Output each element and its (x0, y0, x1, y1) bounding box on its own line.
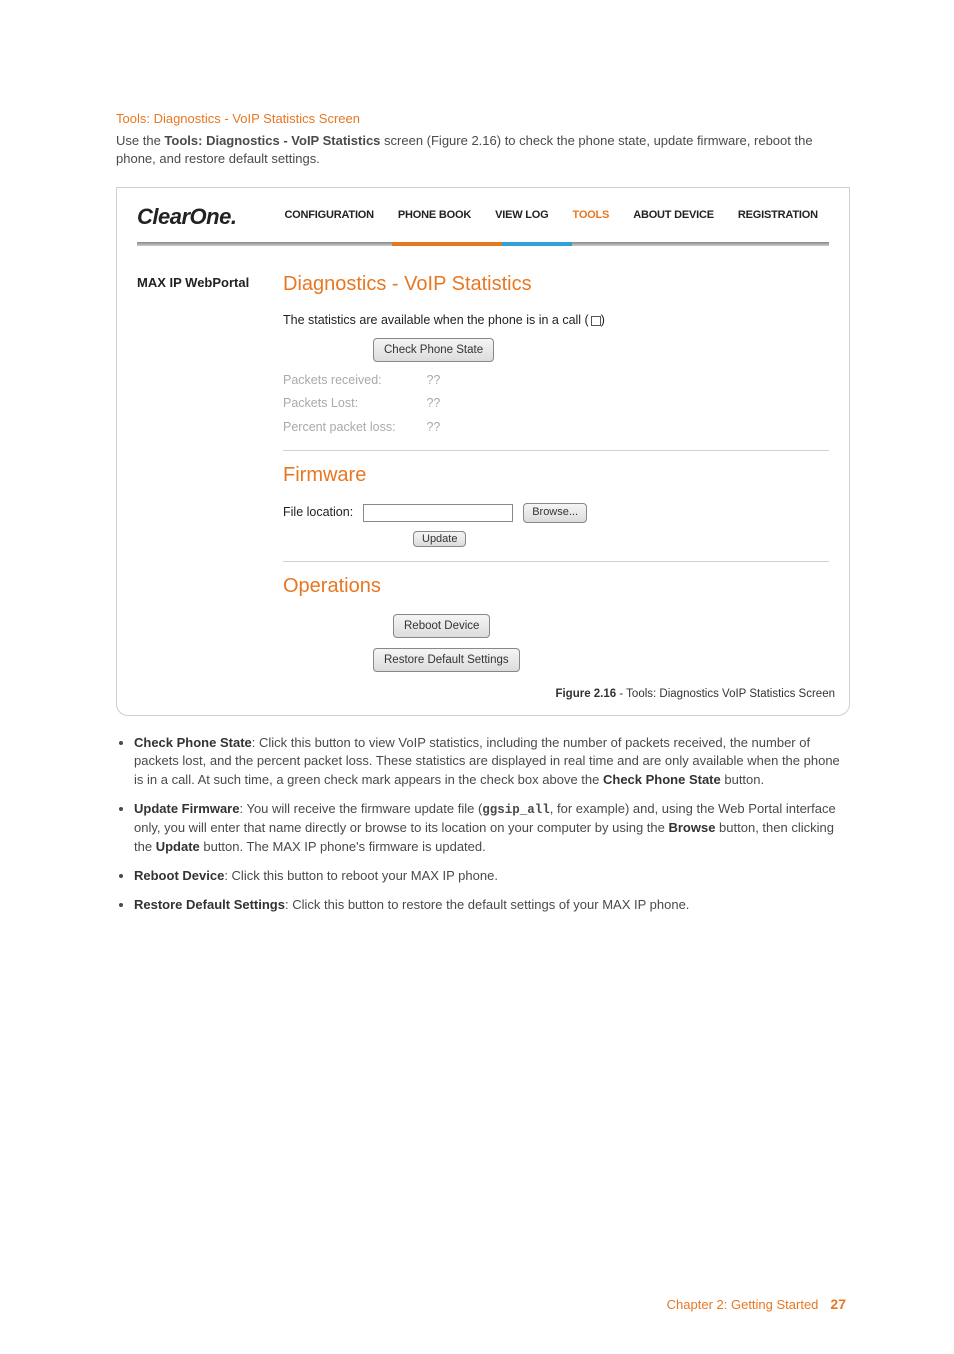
accent-bar-orange (392, 242, 502, 246)
restore-default-settings-button[interactable]: Restore Default Settings (373, 648, 520, 672)
intro-bold: Tools: Diagnostics - VoIP Statistics (164, 133, 380, 148)
bullet-tail-2: button. The MAX IP phone's firmware is u… (200, 839, 486, 854)
intro-paragraph: Use the Tools: Diagnostics - VoIP Statis… (116, 132, 850, 168)
nav-configuration[interactable]: CONFIGURATION (284, 208, 373, 223)
footer-chapter: Chapter 2: Getting Started (667, 1296, 819, 1314)
percent-packet-loss-value: ?? (426, 420, 440, 434)
packets-lost-value: ?? (426, 396, 440, 410)
operations-heading: Operations (283, 572, 829, 600)
feature-bullet-list: Check Phone State : Click this button to … (116, 734, 850, 915)
nav-phone-book[interactable]: PHONE BOOK (398, 208, 471, 223)
divider-bar (137, 242, 829, 246)
bullet-body-3: : Click this button to reboot your MAX I… (224, 868, 498, 883)
file-location-input[interactable] (363, 504, 513, 522)
bullet-lead-4: Restore Default Settings (134, 897, 285, 912)
phone-state-checkbox (591, 316, 601, 326)
bullet-check-phone-state: Check Phone State: Click this button to … (134, 734, 850, 791)
bullet-code-2: ggsip_all (482, 803, 550, 817)
clearone-logo: ClearOne. (137, 202, 236, 233)
web-portal-screenshot: ClearOne. CONFIGURATION PHONE BOOK VIEW … (116, 187, 850, 716)
page-footer: Chapter 2: Getting Started 27 (116, 1295, 850, 1315)
nav-about-device[interactable]: ABOUT DEVICE (633, 208, 714, 223)
section-title: Tools: Diagnostics - VoIP Statistics Scr… (116, 110, 850, 128)
packets-lost-label: Packets Lost: (283, 395, 423, 413)
file-location-label: File location: (283, 504, 353, 522)
bullet-reboot-device: Reboot Device: Click this button to rebo… (134, 867, 850, 886)
bullet-lead-2: Update Firmware (134, 801, 239, 816)
check-phone-state-button[interactable]: Check Phone State (373, 338, 494, 362)
nav-registration[interactable]: REGISTRATION (738, 208, 818, 223)
figure-caption: Figure 2.16 - Tools: Diagnostics VoIP St… (117, 680, 849, 704)
figure-caption-text: - Tools: Diagnostics VoIP Statistics Scr… (616, 688, 835, 700)
note-prefix: The statistics are available when the ph… (283, 313, 589, 327)
packets-received-label: Packets received: (283, 372, 423, 390)
note-suffix: ) (601, 313, 605, 327)
diagnostics-heading: Diagnostics - VoIP Statistics (283, 270, 829, 298)
percent-packet-loss-label: Percent packet loss: (283, 419, 423, 437)
portal-sidebar-title: MAX IP WebPortal (137, 270, 283, 674)
bullet-tail-1: button. (721, 772, 764, 787)
footer-page-number: 27 (830, 1295, 846, 1315)
portal-topbar: ClearOne. CONFIGURATION PHONE BOOK VIEW … (117, 188, 849, 233)
section-divider-2 (283, 561, 829, 562)
reboot-device-button[interactable]: Reboot Device (393, 614, 490, 638)
bullet-lead-3: Reboot Device (134, 868, 224, 883)
update-button[interactable]: Update (413, 531, 466, 547)
bullet-body-2: : You will receive the firmware update f… (239, 801, 482, 816)
file-location-row: File location: Browse... (283, 503, 829, 522)
portal-nav: CONFIGURATION PHONE BOOK VIEW LOG TOOLS … (284, 202, 817, 223)
section-divider (283, 450, 829, 451)
bullet-bold2-1: Check Phone State (603, 772, 721, 787)
bullet-restore-default: Restore Default Settings: Click this but… (134, 896, 850, 915)
firmware-heading: Firmware (283, 461, 829, 489)
bullet-update-firmware: Update Firmware: You will receive the fi… (134, 800, 850, 857)
bullet-lead-1: Check Phone State (134, 735, 252, 750)
nav-tools[interactable]: TOOLS (573, 208, 610, 223)
stats-availability-note: The statistics are available when the ph… (283, 312, 829, 330)
nav-view-log[interactable]: VIEW LOG (495, 208, 548, 223)
bullet-bold3-2: Update (156, 839, 200, 854)
bullet-bold2-2: Browse (668, 820, 715, 835)
voip-statistics: Packets received: ?? Packets Lost: ?? Pe… (283, 372, 829, 437)
portal-main-content: Diagnostics - VoIP Statistics The statis… (283, 270, 829, 674)
figure-number: Figure 2.16 (555, 688, 616, 700)
accent-bar-blue (502, 242, 572, 246)
browse-button[interactable]: Browse... (523, 503, 587, 522)
bullet-body-4: : Click this button to restore the defau… (285, 897, 689, 912)
packets-received-value: ?? (426, 373, 440, 387)
intro-prefix: Use the (116, 133, 164, 148)
